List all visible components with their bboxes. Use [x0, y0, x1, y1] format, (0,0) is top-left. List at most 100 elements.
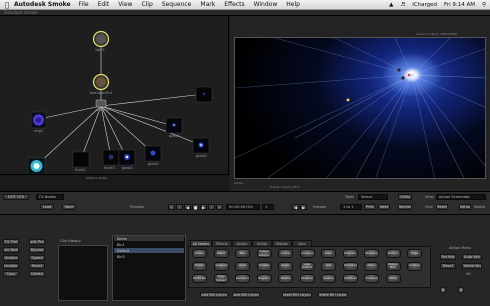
node-bin-item[interactable]: Erode — [192, 261, 207, 271]
menu-window[interactable]: Window — [254, 1, 278, 8]
schematic-view[interactable]: light1 blendAddFx1 action1 ring1 front f… — [0, 16, 229, 174]
menu-help[interactable]: Help — [286, 1, 300, 8]
next-frame-icon[interactable]: ▶ — [300, 204, 307, 210]
rewind-icon[interactable]: « — [168, 204, 175, 210]
node-bin-item[interactable]: Recursive — [235, 274, 250, 283]
solo-node-button[interactable]: Solo Node — [3, 247, 19, 253]
bin-row[interactable]: Bin3 — [114, 254, 184, 259]
delete-bin-layout-button[interactable]: Delete Bin Layout — [318, 292, 348, 298]
setup-button[interactable]: Setup — [459, 204, 471, 210]
node-bin-item[interactable]: Stabilizer — [342, 274, 358, 283]
node-prefs-button[interactable]: Node Prefs — [29, 239, 45, 245]
frame-field[interactable]: 1 — [262, 204, 274, 210]
undo-button[interactable]: Undo — [398, 194, 412, 200]
play-reverse-icon[interactable]: ◀ — [184, 204, 191, 210]
node-bin-item[interactable]: Compound — [299, 249, 315, 258]
clip-history-list[interactable] — [58, 245, 108, 301]
menu-edit[interactable]: Edit — [98, 1, 110, 8]
menu-view[interactable]: View — [118, 1, 132, 8]
node-bin-item[interactable]: Pixel Spread — [213, 274, 229, 283]
delete-key-button[interactable]: Delete Key — [462, 263, 482, 269]
exit-button[interactable]: EXIT CFX — [3, 194, 29, 200]
iteration-button[interactable]: Iteration — [3, 263, 19, 269]
node-bin-item[interactable]: Glow — [235, 261, 250, 271]
load-button[interactable]: Load — [40, 204, 54, 210]
next-button[interactable]: Next — [378, 204, 390, 210]
fx-nodes-dropdown[interactable]: FX Nodes — [36, 194, 64, 200]
stop-icon[interactable]: ■ — [192, 204, 199, 210]
node-bin-item[interactable]: Blend — [213, 249, 229, 258]
tools-dropdown[interactable]: Select — [358, 194, 388, 200]
node-bin-item[interactable]: Mono — [364, 261, 379, 271]
node-bin-item[interactable]: Degrain — [342, 249, 358, 258]
node-bin-item[interactable]: Sparks — [321, 274, 336, 283]
node-bin-item[interactable]: Particles — [192, 274, 207, 283]
node-bin-item[interactable]: Colour Warper — [256, 249, 272, 258]
menu-clip[interactable]: Clip — [141, 1, 152, 8]
range-field[interactable]: 1 to 1 — [340, 204, 362, 210]
node-bin-item[interactable]: Matchbox — [342, 261, 358, 271]
viewer-frame[interactable] — [234, 37, 486, 179]
step-forward-icon[interactable]: › — [208, 204, 215, 210]
key-indicator-icon[interactable] — [458, 287, 464, 293]
reset-node-button[interactable]: Reset — [29, 263, 45, 269]
spotlight-icon[interactable]: ⚲ — [482, 2, 486, 8]
set-key-button[interactable]: Reset — [440, 263, 456, 269]
apple-menu-icon[interactable]:  — [0, 1, 14, 9]
node-bin-item[interactable]: Output — [407, 261, 422, 271]
bin-row[interactable]: Bin1 — [114, 242, 184, 247]
node-bin-item[interactable]: Expressions — [213, 261, 229, 271]
node-bin-item[interactable]: Regrain — [256, 274, 272, 283]
copy-button[interactable]: Copy — [3, 271, 19, 277]
bypass-button[interactable]: Bypass — [29, 247, 45, 253]
node-bin-item[interactable]: Reverse — [299, 274, 315, 283]
introduce-button[interactable]: Introduce — [3, 255, 19, 261]
menu-mark[interactable]: Mark — [200, 1, 215, 8]
app-menu[interactable]: Autodesk Smoke — [14, 1, 71, 8]
node-bin-item[interactable]: Gmask — [256, 261, 272, 271]
reset-bin-layout-button[interactable]: Reset Bin Layout — [282, 292, 312, 298]
auto-key-button[interactable]: Auto Key — [462, 254, 482, 260]
step-back-icon[interactable]: ‹ — [176, 204, 183, 210]
play-icon[interactable]: ▶ — [200, 204, 207, 210]
reset-button[interactable]: Reset — [436, 204, 448, 210]
bin-row-selected[interactable]: Default — [114, 248, 184, 253]
node-bin-item[interactable]: Blur — [235, 249, 250, 258]
clock[interactable]: Fri 9:14 AM — [444, 2, 475, 8]
volume-icon[interactable]: ♬ — [400, 2, 405, 8]
node-bin-item[interactable]: Warp — [385, 274, 401, 283]
menu-effects[interactable]: Effects — [224, 1, 244, 8]
node-bin-item[interactable]: Action — [192, 249, 207, 258]
prev-frame-icon[interactable]: ◀ — [292, 204, 299, 210]
cfx-prefs-button[interactable]: CFX Prefs — [3, 239, 19, 245]
save-button[interactable]: Save — [62, 204, 76, 210]
timecode-field[interactable]: 00:00:00+00 — [226, 204, 260, 210]
menu-sequence[interactable]: Sequence — [162, 1, 192, 8]
wifi-icon[interactable]: ▲ — [389, 2, 393, 8]
delete-button[interactable]: Delete — [29, 271, 45, 277]
node-bin-item[interactable]: Distort — [385, 249, 401, 258]
node-bin-item[interactable]: Edge — [407, 249, 422, 258]
status-user[interactable]: iCharged — [412, 2, 437, 8]
action-set-key-button[interactable]: Set Key — [440, 254, 456, 260]
node-bin-item[interactable]: Timewarp — [364, 274, 379, 283]
view-dropdown[interactable]: Action Schematic — [436, 194, 486, 200]
node-bin-item[interactable]: Motion Blur — [385, 261, 401, 271]
node-bin-item[interactable]: Keyer — [278, 261, 293, 271]
node-bin-item[interactable]: Deal — [321, 249, 336, 258]
menu-file[interactable]: File — [79, 1, 89, 8]
node-bin-item[interactable]: Lens Distort — [299, 261, 315, 271]
fast-forward-icon[interactable]: » — [216, 204, 223, 210]
node-bin-item[interactable]: Displace — [364, 249, 379, 258]
schematic-status: action1 action — [0, 174, 229, 191]
node-bin-item[interactable]: Comp — [278, 249, 293, 258]
node-bin-item[interactable]: Resize — [278, 274, 293, 283]
speed-button[interactable]: Speed — [29, 255, 45, 261]
key-indicator-icon[interactable] — [440, 287, 446, 293]
viewer[interactable]: action1 output: 1920x1080 Action Frame 1… — [230, 16, 490, 191]
save-bin-layout-button[interactable]: Save Bin Layout — [232, 292, 260, 298]
prev-button[interactable]: Prev — [364, 204, 376, 210]
load-bin-layout-button[interactable]: Load Bin Layout — [200, 292, 228, 298]
node-bin-item[interactable]: LUT — [321, 261, 336, 271]
render-button[interactable]: Render — [398, 204, 412, 210]
